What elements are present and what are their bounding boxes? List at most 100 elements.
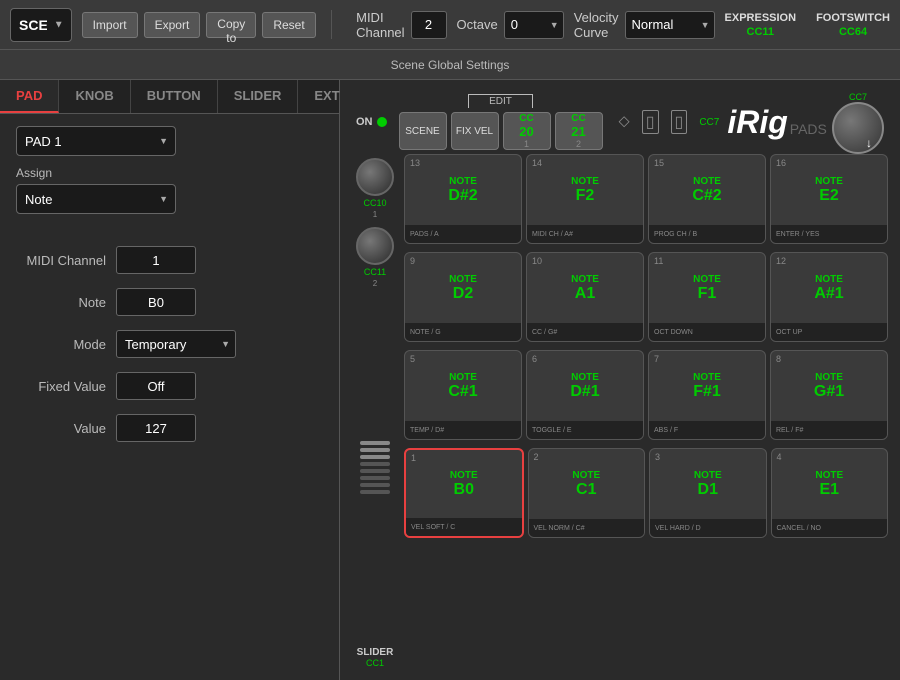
tab-knob[interactable]: KNOB xyxy=(59,80,130,113)
midi-channel-section: MIDI Channel xyxy=(356,10,446,40)
midi-channel-prop-input[interactable] xyxy=(116,246,196,274)
cc20-top: CC xyxy=(519,113,533,124)
fixed-value-label: Fixed Value xyxy=(16,379,106,394)
cc7-top-label: CC7 xyxy=(849,92,867,102)
irig-logo: iRig PADS xyxy=(727,104,827,141)
knob-arrow-icon: ↓ xyxy=(866,136,872,150)
properties-panel: MIDI Channel Note Mode Temporary Fixed V… xyxy=(0,230,339,458)
copy-to-button[interactable]: Copy to xyxy=(206,12,256,38)
cc20-btn[interactable]: CC 20 1 xyxy=(503,112,551,150)
cc7-label: CC7 xyxy=(699,117,719,128)
top-bar: SCENE 1 Import Export Copy to Reset MIDI… xyxy=(0,0,900,50)
assign-selector[interactable]: Note xyxy=(16,184,176,214)
pad-2[interactable]: 2 NOTE C1 VEL NORM / C# xyxy=(528,448,646,538)
scene-edit-label: SCENE xyxy=(405,126,439,137)
fixed-value-prop: Fixed Value xyxy=(16,372,323,400)
slider-line-4 xyxy=(360,462,390,466)
footswitch-cc: FOOTSWITCH CC64 xyxy=(816,12,890,38)
knob1[interactable] xyxy=(356,158,394,196)
pad-5[interactable]: 5 NOTE C#1 TEMP / D# xyxy=(404,350,522,440)
cc21-btn[interactable]: CC 21 2 xyxy=(555,112,603,150)
cc21-sub: 2 xyxy=(576,139,581,149)
knob2[interactable] xyxy=(356,227,394,265)
value-label: Value xyxy=(16,421,106,436)
scene-global-bar: Scene Global Settings xyxy=(0,50,900,80)
knob1-cc-label: CC10 xyxy=(363,198,386,208)
slider-line-1 xyxy=(360,441,390,445)
pad-1[interactable]: 1 NOTE B0 VEL SOFT / C xyxy=(404,448,524,538)
tab-button[interactable]: BUTTON xyxy=(131,80,218,113)
pad-3[interactable]: 3 NOTE D1 VEL HARD / D xyxy=(649,448,767,538)
pads-text: PADS xyxy=(790,121,827,137)
assign-dropdown[interactable]: Note xyxy=(16,184,176,214)
scene-selector[interactable]: SCENE 1 xyxy=(10,8,72,42)
pad-grid: 13 NOTE D#2 PADS / A 14 xyxy=(404,154,888,668)
cc20-sub: 1 xyxy=(524,139,529,149)
assign-label: Assign xyxy=(16,166,323,180)
cc20-num: 20 xyxy=(519,124,533,139)
pad-selector[interactable]: PAD 1 xyxy=(16,126,176,156)
slider-label-area: SLIDER CC1 xyxy=(357,647,394,668)
left-panel: PAD KNOB BUTTON SLIDER EXTERNAL PAD 1 As… xyxy=(0,80,340,680)
import-button[interactable]: Import xyxy=(82,12,138,38)
octave-selector[interactable]: 0 xyxy=(504,11,564,39)
value-prop: Value xyxy=(16,414,323,442)
pad-7[interactable]: 7 NOTE F#1 ABS / F xyxy=(648,350,766,440)
tab-slider[interactable]: SLIDER xyxy=(218,80,299,113)
velocity-dropdown[interactable]: Normal xyxy=(625,11,715,39)
pad-15[interactable]: 15 NOTE C#2 PROG CH / B xyxy=(648,154,766,244)
scene-edit-btn[interactable]: SCENE xyxy=(399,112,447,150)
pad-11[interactable]: 11 NOTE F1 OCT DOWN xyxy=(648,252,766,342)
slider-line-7 xyxy=(360,483,390,487)
edit-label: EDIT xyxy=(468,94,533,108)
pad-13[interactable]: 13 NOTE D#2 PADS / A xyxy=(404,154,522,244)
fix-vel-btn[interactable]: FIX VEL xyxy=(451,112,499,150)
phone-icon-2: ▯ xyxy=(671,110,688,134)
octave-dropdown[interactable]: 0 xyxy=(504,11,564,39)
slider-cc: CC1 xyxy=(357,658,394,668)
pad-16[interactable]: 16 NOTE E2 ENTER / YES xyxy=(770,154,888,244)
pad-14[interactable]: 14 NOTE F2 MIDI CH / A# xyxy=(526,154,644,244)
slider-line-8 xyxy=(360,490,390,494)
irig-panel: ON EDIT SCENE FIX VEL CC 20 xyxy=(340,80,900,680)
data-knob[interactable]: ↓ xyxy=(832,102,884,154)
edit-buttons: SCENE FIX VEL CC 20 1 CC 2 1 xyxy=(399,112,603,150)
pad-dropdown[interactable]: PAD 1 xyxy=(16,126,176,156)
pad-6[interactable]: 6 NOTE D#1 TOGGLE / E xyxy=(526,350,644,440)
scene-dropdown[interactable]: SCENE 1 xyxy=(10,8,72,42)
pad-selector-area: PAD 1 Assign Note xyxy=(0,114,339,222)
expression-cc: EXPRESSION CC11 xyxy=(725,12,797,38)
irig-text: iRig xyxy=(727,104,787,141)
pad-8[interactable]: 8 NOTE G#1 REL / F# xyxy=(770,350,888,440)
midi-channel-prop: MIDI Channel xyxy=(16,246,323,274)
pad-12[interactable]: 12 NOTE A#1 OCT UP xyxy=(770,252,888,342)
midi-channel-input[interactable] xyxy=(411,11,447,39)
velocity-section: Velocity Curve Normal xyxy=(574,10,715,40)
reset-button[interactable]: Reset xyxy=(262,12,315,38)
pad-10[interactable]: 10 NOTE A1 CC / G# xyxy=(526,252,644,342)
note-prop-label: Note xyxy=(16,295,106,310)
velocity-selector[interactable]: Normal xyxy=(625,11,715,39)
knob2-wrapper: CC11 2 xyxy=(356,227,394,288)
mode-selector[interactable]: Temporary xyxy=(116,330,236,358)
pad-4[interactable]: 4 NOTE E1 CANCEL / NO xyxy=(771,448,889,538)
velocity-label: Velocity Curve xyxy=(574,10,619,40)
value-input[interactable] xyxy=(116,414,196,442)
export-button[interactable]: Export xyxy=(144,12,201,38)
left-controls: CC10 1 CC11 2 xyxy=(352,154,398,668)
fixed-value-input[interactable] xyxy=(116,372,196,400)
expression-cc-value: CC11 xyxy=(747,26,775,38)
slider-line-6 xyxy=(360,476,390,480)
footswitch-cc-value: CC64 xyxy=(839,26,867,38)
pad-9[interactable]: 9 NOTE D2 NOTE / G xyxy=(404,252,522,342)
note-prop-input[interactable] xyxy=(116,288,196,316)
tab-pad[interactable]: PAD xyxy=(0,80,59,113)
knob2-cc-label: CC11 xyxy=(364,267,386,277)
edit-section: EDIT SCENE FIX VEL CC 20 1 xyxy=(399,94,603,150)
mode-dropdown[interactable]: Temporary xyxy=(116,330,236,358)
octave-label: Octave xyxy=(457,17,498,32)
midi-channel-label: MIDI Channel xyxy=(356,10,404,40)
slider-label: SLIDER xyxy=(357,647,394,658)
expression-label: EXPRESSION xyxy=(725,12,797,24)
slider-line-5 xyxy=(360,469,390,473)
